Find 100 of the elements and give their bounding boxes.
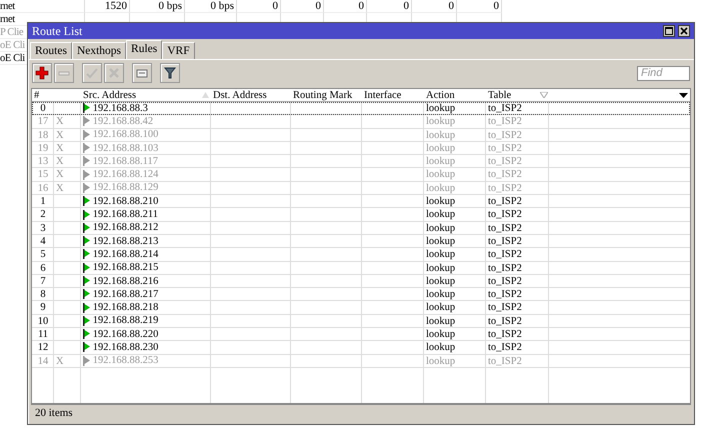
tab[interactable]: VRF [162,42,195,59]
table-cell: 192.168.88.42 [92,115,154,128]
table-cell-text: lookup [425,354,456,367]
flag-icon [83,130,90,140]
table-cell: 0 bps [130,0,185,13]
table-cell-text: to_ISP2 [487,182,523,194]
table-cell-text: lookup [425,182,456,194]
table-cell-text: 11 [36,328,50,340]
table-cell-text: 14 [36,354,50,367]
table-cell: 192.168.88.214 [92,248,158,261]
flag-icon [83,156,90,166]
maximize-icon[interactable] [663,25,676,37]
table-cell-text: lookup [425,195,456,208]
table-cell-text: 19 [36,142,50,154]
flag-icon [83,302,90,313]
table-cell-text: to_ISP2 [487,168,523,181]
table-cell-text: to_ISP2 [487,301,523,314]
table-cell: 192.168.88.211 [92,208,158,221]
table-cell: 0 [237,0,281,13]
table-cell-text: to_ISP2 [487,341,523,354]
table-cell-text: lookup [425,314,456,328]
table-cell-text: to_ISP2 [487,288,523,300]
table-cell-text: lookup [425,288,456,300]
table-cell-text: to_ISP2 [487,248,523,261]
table-cell: 0 [281,0,324,13]
table-cell-text: 7 [39,274,47,288]
table-cell-text: 12 [36,341,50,354]
flag-icon [83,210,90,220]
table-cell-text: X [55,115,65,128]
search-field[interactable]: Find [637,66,690,80]
check-icon [85,66,99,80]
flag-icon [83,170,90,180]
table-cell-text: X [55,168,65,181]
column-header[interactable]: Action [424,89,486,101]
table-cell-text: lookup [425,155,456,168]
table-cell-text: to_ISP2 [487,262,523,274]
tab[interactable]: Routes [30,42,72,59]
column-header[interactable]: Table [486,89,550,101]
table-cell: 192.168.88.212 [92,222,158,234]
table-cell-text: to_ISP2 [487,155,523,168]
note-button[interactable] [132,63,152,83]
table-cell-text: to_ISP2 [487,128,523,141]
table-cell: 192.168.88.124 [92,168,158,181]
table-cell: 192.168.88.230 [92,341,158,354]
table-cell: 192.168.88.129 [92,182,158,194]
flag-icon [83,143,90,154]
flag-icon [83,329,90,340]
table-cell: rnet [0,0,85,13]
flag-icon [83,196,90,206]
flag-icon [83,262,90,273]
table-cell-text: lookup [425,341,456,354]
flag-icon [83,356,90,366]
table-cell: 192.168.88.220 [92,328,158,340]
table-cell-text: X [55,354,65,367]
table-cell-text: lookup [425,168,456,181]
table-cell: 192.168.88.103 [92,142,158,154]
tab[interactable]: Rules [126,40,162,59]
table-cell: 0 [457,0,502,13]
table-cell-text: lookup [425,115,456,128]
table-cell-text: X [55,128,65,141]
plus-button[interactable] [32,63,52,83]
table-cell: 0 [324,0,367,13]
cross-icon [107,66,121,80]
table-cell-text: 8 [39,288,47,300]
column-header[interactable]: # [32,89,54,101]
table-cell-text: 15 [36,168,50,181]
column-header[interactable]: Src. Address [81,89,211,101]
table-cell: 192.168.88.213 [92,234,158,248]
flag-icon [83,182,90,193]
table-cell-text: 17 [36,115,50,128]
table-cell-text: 16 [36,182,50,194]
column-header[interactable]: Routing Mark [291,89,362,101]
table-cell-text: lookup [425,142,456,154]
table-cell: 192.168.88.100 [92,128,158,141]
table-cell-text: to_ISP2 [487,328,523,340]
flag-icon [83,342,90,352]
table-cell-text: X [55,182,65,194]
table-cell: 192.168.88.217 [92,288,158,300]
table-cell: 192.168.88.218 [92,301,158,314]
column-header[interactable]: Dst. Address [211,89,291,101]
funnel-button[interactable] [160,63,180,83]
table-cell-text: 2 [39,208,47,221]
table-cell-text: to_ISP2 [487,354,523,367]
tab[interactable]: Nexthops [72,42,126,59]
column-header[interactable]: Interface [362,89,424,101]
flag-icon [83,276,90,286]
funnel-icon [163,66,177,80]
table-cell-text: lookup [425,234,456,248]
table-cell-text: 9 [39,301,47,314]
table-cell: 1520 [85,0,130,13]
flag-icon [83,236,90,246]
table-cell-text: to_ISP2 [487,208,523,221]
flag-icon [83,222,90,233]
flag-icon [83,316,90,326]
flag-icon [83,289,90,300]
table-cell-text: X [55,142,65,154]
table-cell-text: lookup [425,301,456,314]
table-cell-text: to_ISP2 [487,314,523,328]
close-icon[interactable] [678,25,690,37]
table-cell-text: lookup [425,102,456,114]
